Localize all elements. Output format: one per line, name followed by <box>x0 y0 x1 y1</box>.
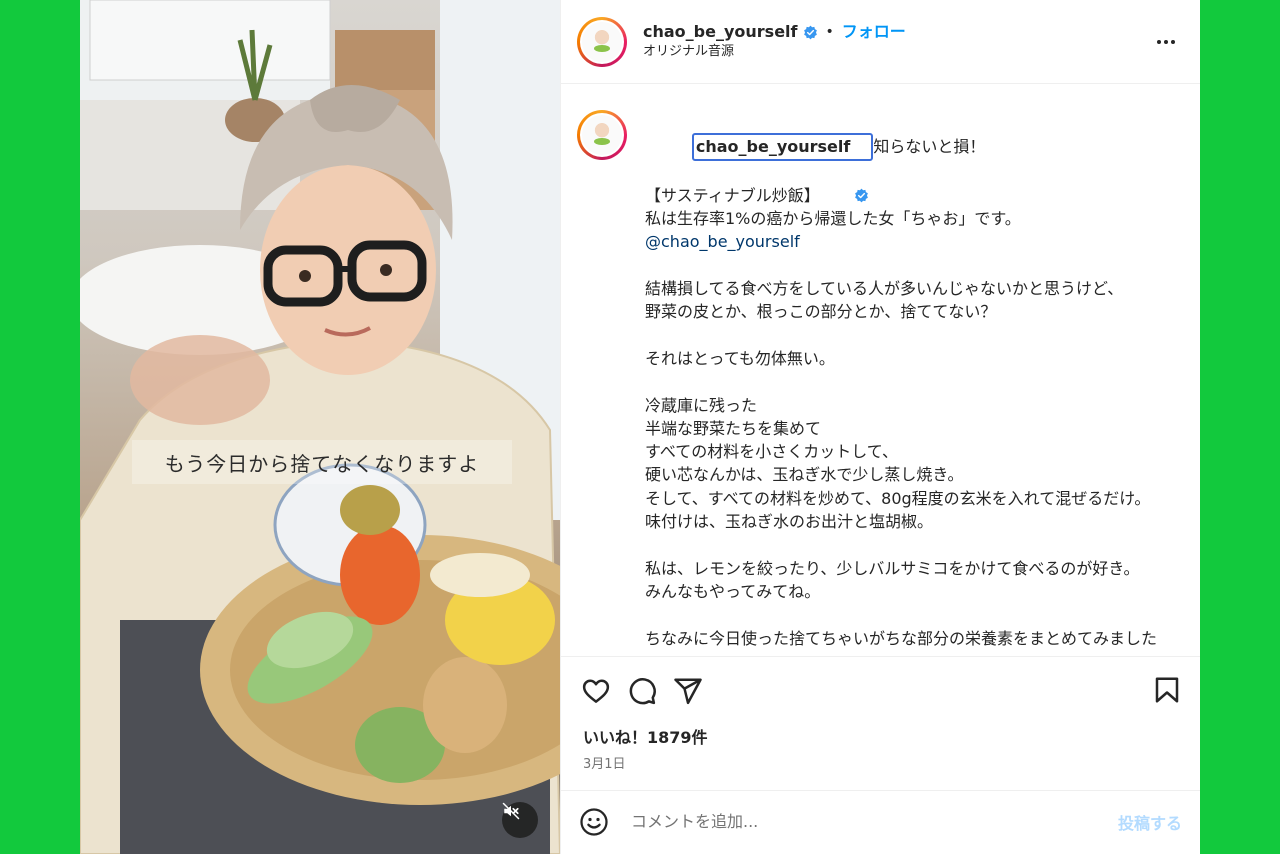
emoji-icon[interactable] <box>579 807 609 837</box>
video-overlay-caption: もう今日から捨てなくなりますよ <box>132 440 512 484</box>
post-dialog: もう今日から捨てなくなりますよ chao_be_yourself • フォロー … <box>80 0 1200 854</box>
post-panel: chao_be_yourself • フォロー オリジナル音源 chao_be_… <box>560 0 1200 854</box>
video-frame-illustration <box>80 0 560 854</box>
video-player[interactable]: もう今日から捨てなくなりますよ <box>80 0 560 854</box>
caption-avatar[interactable] <box>577 110 627 160</box>
mention-link[interactable]: @chao_be_yourself <box>645 232 800 251</box>
caption-paragraph: 私は、レモンを絞ったり、少しバルサミコをかけて食べるのが好き。 みんなもやってみ… <box>645 558 1140 601</box>
avatar[interactable] <box>577 16 627 67</box>
heart-icon[interactable] <box>581 676 611 706</box>
post-caption: chao_be_yourself 知らないと損！ 【サスティナブル炒飯】 私は生… <box>645 110 1184 656</box>
caption-username[interactable]: chao_be_yourself <box>691 133 874 203</box>
comment-bar: 投稿する <box>561 790 1200 852</box>
action-bar <box>561 656 1200 724</box>
header-username[interactable]: chao_be_yourself <box>643 22 798 43</box>
bookmark-icon[interactable] <box>1152 675 1182 709</box>
caption-username-text[interactable]: chao_be_yourself <box>696 135 851 158</box>
comment-input[interactable] <box>631 812 1118 831</box>
caption-paragraph: ちなみに今日使った捨てちゃいがちな部分の栄養素をまとめてみました <box>645 628 1158 648</box>
caption-paragraph: それはとっても勿体無い。 <box>645 348 835 368</box>
separator-dot: • <box>825 23 834 40</box>
caption-paragraph: 結構損してる食べ方をしている人が多いんじゃないかと思うけど、 野菜の皮とか、根っ… <box>645 279 1124 322</box>
follow-button[interactable]: フォロー <box>842 22 906 43</box>
caption-line: 私は生存率1%の癌から帰還した女「ちゃお」です。 <box>645 209 1021 229</box>
verified-badge-icon <box>803 25 818 40</box>
post-comment-button[interactable]: 投稿する <box>1118 810 1182 834</box>
post-header: chao_be_yourself • フォロー オリジナル音源 <box>561 0 1200 84</box>
caption-paragraph: 冷蔵庫に残った 半端な野菜たちを集めて すべての材料を小さくカットして、 硬い芯… <box>645 395 1151 532</box>
caption-line: 【サスティナブル炒飯】 <box>645 185 820 205</box>
comment-icon[interactable] <box>627 676 657 706</box>
mute-button[interactable] <box>502 802 538 838</box>
caption-first-line: 知らないと損！ <box>873 137 986 157</box>
post-date[interactable]: 3月1日 <box>561 752 1200 778</box>
verified-badge-icon <box>854 139 869 203</box>
caption-scroll-area[interactable]: chao_be_yourself 知らないと損！ 【サスティナブル炒飯】 私は生… <box>561 84 1200 656</box>
share-icon[interactable] <box>673 676 703 706</box>
likes-count[interactable]: いいね！1879件 <box>561 724 1200 752</box>
audio-link[interactable]: オリジナル音源 <box>643 44 906 61</box>
more-horizontal-icon[interactable] <box>1154 30 1178 58</box>
